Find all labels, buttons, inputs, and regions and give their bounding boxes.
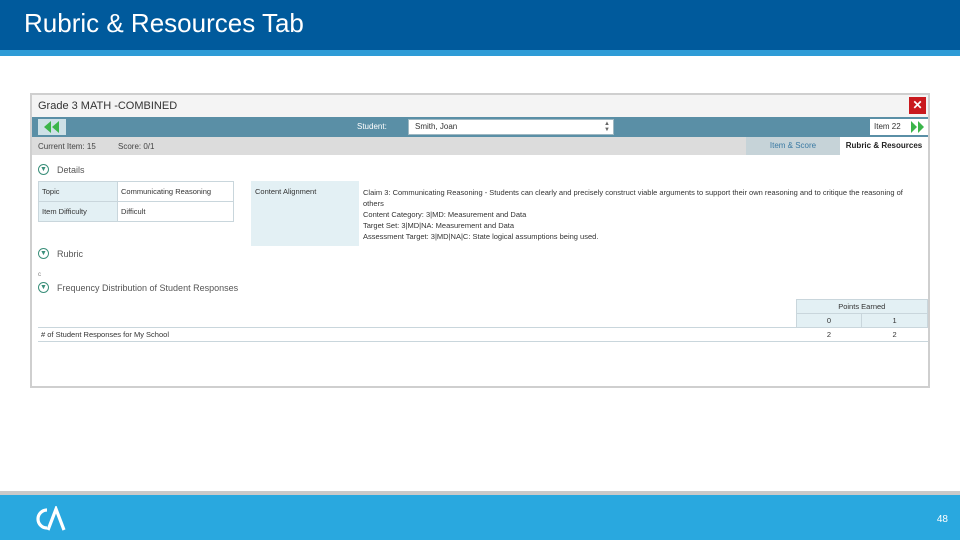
slide-title: Rubric & Resources Tab <box>24 8 304 38</box>
next-item-button[interactable] <box>910 120 926 134</box>
chevron-down-icon: ▼ <box>38 282 49 293</box>
points-earned-header: Points Earned <box>795 299 929 314</box>
content-alignment-text: Claim 3: Communicating Reasoning - Stude… <box>363 187 923 242</box>
student-value: Smith, Joan <box>415 122 458 131</box>
app-window: Grade 3 MATH -COMBINED ✕ Student: Smith,… <box>30 93 930 388</box>
table-header-row: 0 1 <box>38 313 928 328</box>
ca-logo <box>36 506 66 531</box>
details-table: Topic Communicating Reasoning Item Diffi… <box>38 181 234 222</box>
tab-rubric-resources[interactable]: Rubric & Resources <box>840 137 928 155</box>
chevron-down-icon: ▼ <box>38 164 49 175</box>
rubric-section-toggle[interactable]: ▼ Rubric <box>38 248 83 259</box>
count-cell: 2 <box>861 327 928 342</box>
table-row: Item Difficulty Difficult <box>38 201 234 222</box>
table-header-blank <box>38 299 797 314</box>
collapsed-marker: c <box>38 272 41 278</box>
table-header-row: Points Earned <box>38 299 929 314</box>
frequency-table: Points Earned 0 1 # of Student Responses… <box>38 299 929 342</box>
rubric-heading: Rubric <box>57 248 84 259</box>
app-header: Grade 3 MATH -COMBINED ✕ <box>32 95 928 118</box>
student-nav-bar: Student: Smith, Joan ▲ ▼ Item 22 <box>32 117 928 137</box>
table-row: Topic Communicating Reasoning <box>38 181 234 202</box>
score: Score: 0/1 <box>118 142 155 151</box>
slide-footer: 48 <box>0 491 960 540</box>
previous-item-button[interactable] <box>38 119 66 135</box>
chevron-down-icon: ▼ <box>38 248 49 259</box>
count-cell: 2 <box>796 327 862 342</box>
student-label: Student: <box>357 122 387 131</box>
page-number: 48 <box>936 514 948 525</box>
student-select[interactable]: Smith, Joan ▲ ▼ <box>408 119 614 135</box>
detail-key: Item Difficulty <box>38 201 118 222</box>
row-label: # of Student Responses for My School <box>38 327 797 342</box>
item-label: Item 22 <box>874 122 901 131</box>
double-left-arrow-icon <box>44 121 59 133</box>
details-heading: Details <box>57 164 85 175</box>
table-header-blank <box>38 313 797 328</box>
slide-header: Rubric & Resources Tab <box>0 0 960 56</box>
detail-value: Difficult <box>117 201 234 222</box>
points-column-header: 1 <box>861 313 928 328</box>
content-alignment-label: Content Alignment <box>251 181 359 246</box>
frequency-section-toggle[interactable]: ▼ Frequency Distribution of Student Resp… <box>38 282 238 293</box>
alignment-line: Assessment Target: 3|MD|NA|C: State logi… <box>363 232 599 241</box>
alignment-line: Claim 3: Communicating Reasoning - Stude… <box>363 188 903 197</box>
detail-value: Communicating Reasoning <box>117 181 234 202</box>
tab-item-score[interactable]: Item & Score <box>746 137 840 155</box>
test-title: Grade 3 MATH -COMBINED <box>38 100 178 112</box>
alignment-line: Content Category: 3|MD: Measurement and … <box>363 210 527 219</box>
detail-key: Topic <box>38 181 118 202</box>
frequency-heading: Frequency Distribution of Student Respon… <box>57 282 239 293</box>
details-section-toggle[interactable]: ▼ Details <box>38 164 85 175</box>
double-right-arrow-icon <box>911 121 924 133</box>
spinner-icon[interactable]: ▲ ▼ <box>603 121 611 133</box>
close-icon[interactable]: ✕ <box>909 97 926 114</box>
content-alignment: Content Alignment Claim 3: Communicating… <box>251 181 928 246</box>
points-column-header: 0 <box>795 313 863 328</box>
current-item: Current Item: 15 <box>38 142 96 151</box>
alignment-line: Target Set: 3|MD|NA: Measurement and Dat… <box>363 221 515 230</box>
item-navigator[interactable]: Item 22 <box>870 119 928 135</box>
alignment-line: others <box>363 199 384 208</box>
item-info-bar: Current Item: 15 Score: 0/1 Item & Score… <box>32 137 928 155</box>
table-row: # of Student Responses for My School 2 2 <box>38 327 928 342</box>
